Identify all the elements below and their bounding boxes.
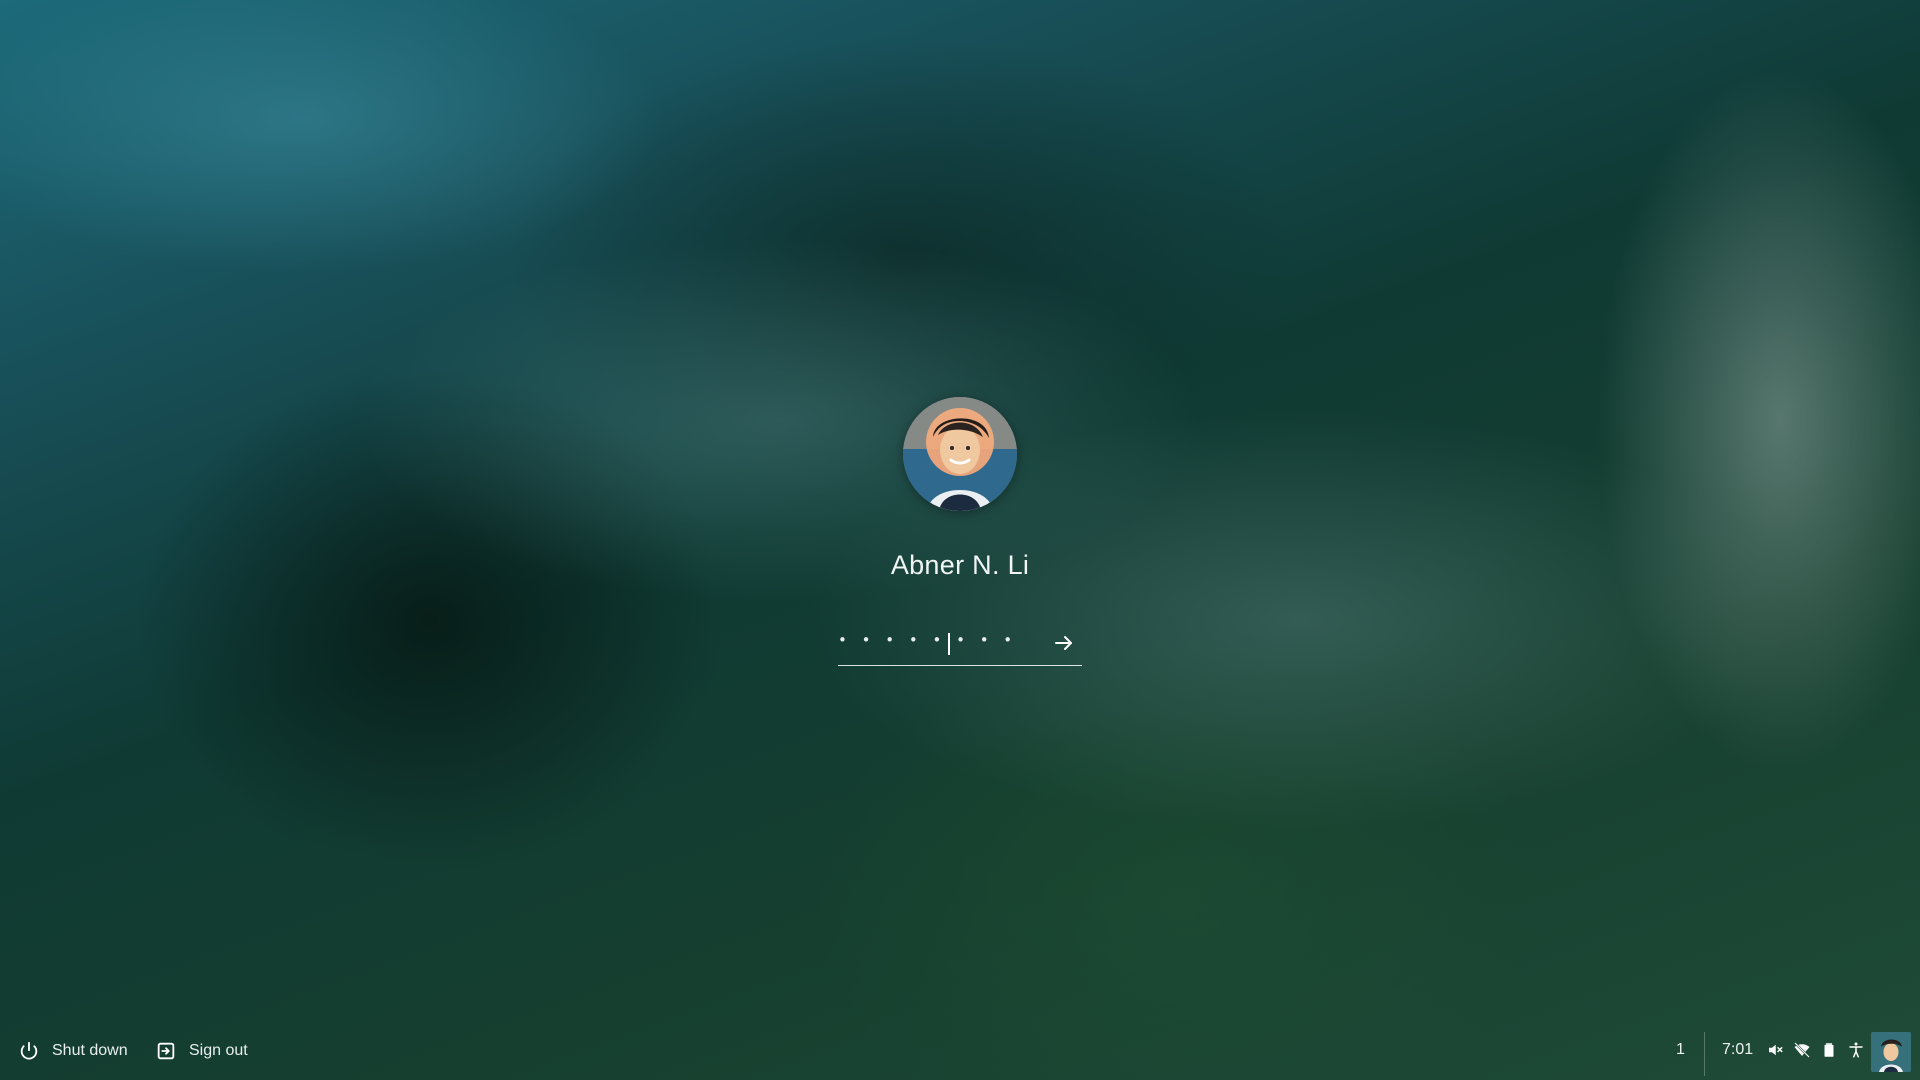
sign-out-icon [157, 1042, 175, 1060]
login-panel: Abner N. Li • • • • • • • • [0, 0, 1920, 1080]
submit-arrow-icon[interactable] [1052, 631, 1076, 655]
notification-count[interactable]: 1 [1676, 1041, 1685, 1059]
sign-out-label: Sign out [189, 1042, 248, 1059]
password-field[interactable]: • • • • • • • • [838, 625, 1082, 666]
power-icon [20, 1041, 38, 1060]
clock[interactable]: 7:01 [1722, 1041, 1753, 1059]
account-avatar-image [1871, 1032, 1911, 1072]
text-caret [948, 633, 950, 655]
password-value: • • • • • • • • [838, 631, 1018, 649]
shelf [0, 1028, 1920, 1080]
shelf-divider [1704, 1032, 1705, 1076]
shut-down-button[interactable]: Shut down [18, 1040, 128, 1062]
lock-screen: Abner N. Li • • • • • • • • Shut down Si… [0, 0, 1920, 1080]
accessibility-icon[interactable] [1847, 1041, 1865, 1059]
volume-muted-icon[interactable] [1766, 1041, 1784, 1059]
sign-out-button[interactable]: Sign out [155, 1040, 248, 1062]
avatar-image [903, 397, 1017, 511]
shut-down-label: Shut down [52, 1042, 128, 1059]
user-avatar[interactable] [903, 397, 1017, 511]
wifi-off-icon[interactable] [1793, 1041, 1811, 1059]
user-name: Abner N. Li [890, 550, 1030, 580]
account-avatar[interactable] [1871, 1032, 1911, 1072]
battery-icon[interactable] [1820, 1041, 1838, 1059]
